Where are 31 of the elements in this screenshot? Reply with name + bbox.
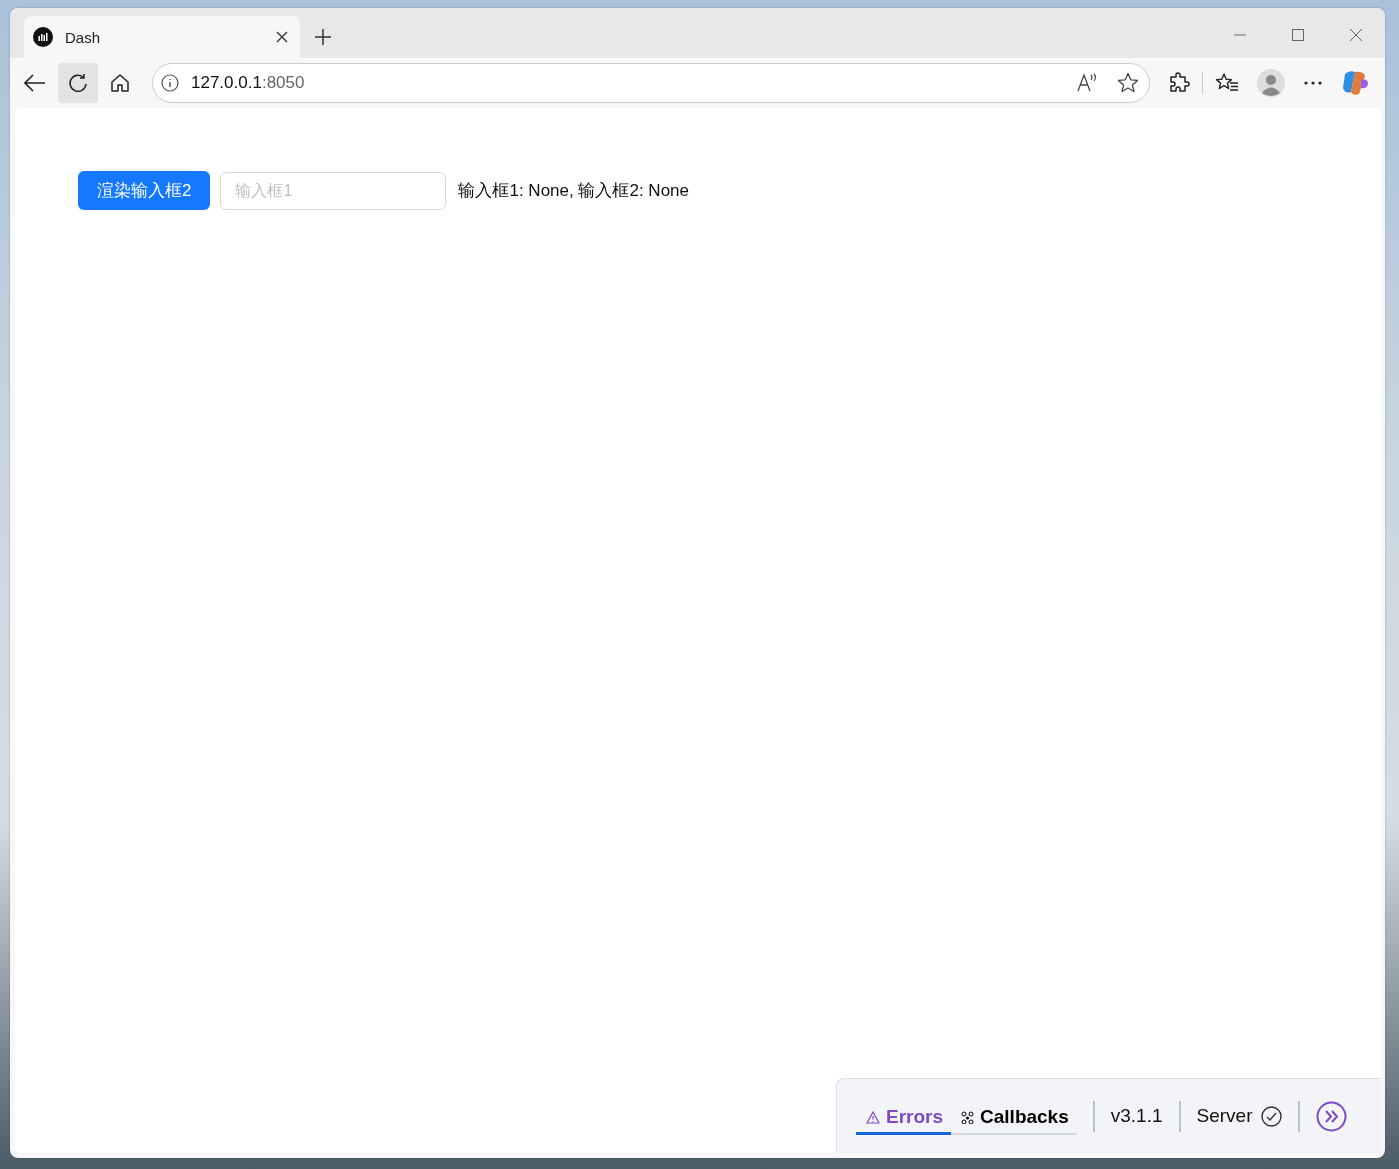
dash-logo-icon <box>33 27 53 47</box>
maximize-icon[interactable] <box>1291 28 1305 42</box>
devtools-tab[interactable]: Callbacks <box>951 1102 1077 1135</box>
warning-icon <box>866 1110 880 1124</box>
star-icon[interactable] <box>1117 72 1139 94</box>
browser-tab[interactable]: Dash <box>24 16 300 58</box>
reload-icon <box>67 72 89 94</box>
copilot-icon[interactable] <box>1341 70 1369 96</box>
info-icon[interactable] <box>161 74 179 92</box>
expand-icon[interactable] <box>1315 1100 1347 1132</box>
back-icon[interactable] <box>24 74 46 92</box>
puzzle-icon[interactable] <box>1168 72 1190 94</box>
devtools-tab[interactable]: Errors <box>856 1102 952 1135</box>
plus-icon[interactable] <box>314 28 332 46</box>
url-text: 127.0.0.1:8050 <box>191 73 305 93</box>
read-aloud-icon[interactable] <box>1077 73 1099 93</box>
close-icon[interactable] <box>276 31 288 43</box>
nodes-icon <box>961 1110 975 1124</box>
input-field[interactable]: 输入框1 <box>220 171 447 210</box>
more-icon[interactable] <box>1303 80 1323 86</box>
address-bar[interactable]: 127.0.0.1:8050 <box>152 63 1150 103</box>
server-text: Server <box>1196 1105 1253 1127</box>
avatar-icon[interactable] <box>1257 69 1285 97</box>
reload-button[interactable] <box>58 63 98 103</box>
favorites-icon[interactable] <box>1215 72 1239 94</box>
version-text: v3.1.1 <box>1110 1105 1163 1127</box>
tab-title: Dash <box>65 28 102 46</box>
output-text: 输入框1: None, 输入框2: None <box>458 180 689 202</box>
home-icon[interactable] <box>110 73 130 93</box>
render-input-button[interactable]: 渲染输入框2 <box>78 171 211 210</box>
check-icon <box>1260 1105 1282 1127</box>
